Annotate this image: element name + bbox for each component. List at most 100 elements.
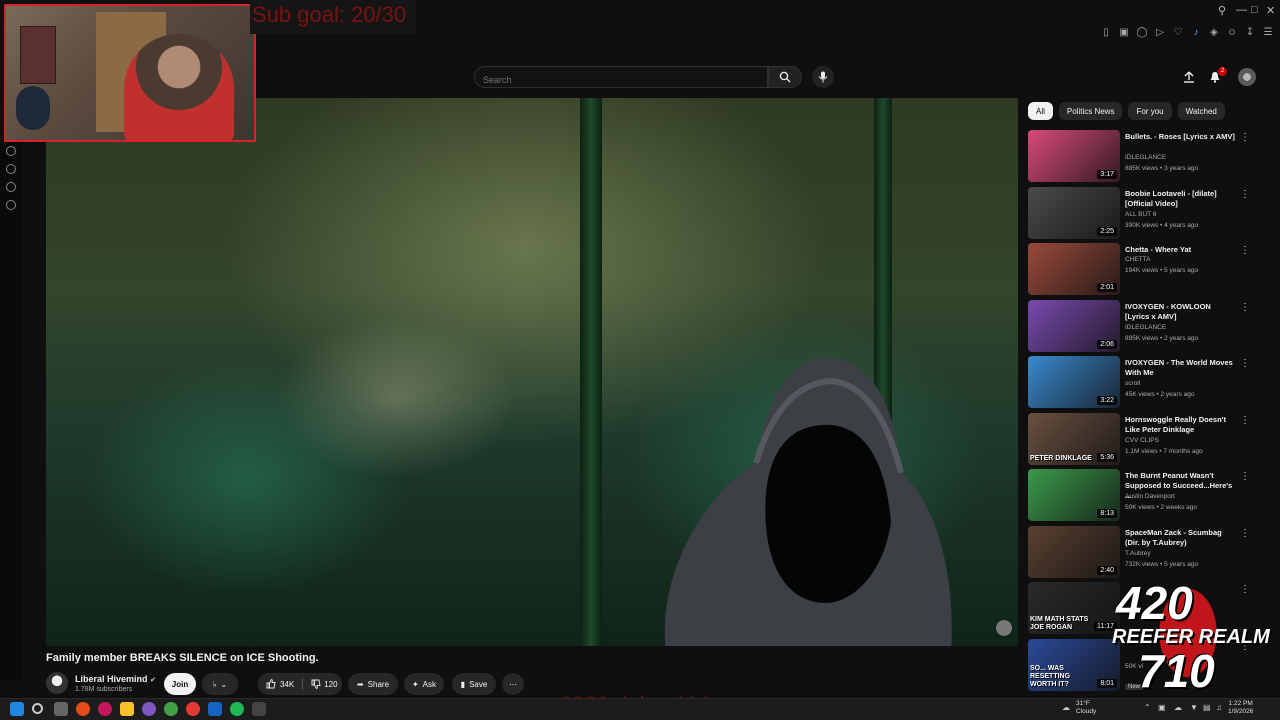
tray-icon[interactable]: ▣ [1158, 703, 1166, 712]
extensions-icon[interactable]: ◈ [1208, 26, 1220, 38]
search-button[interactable] [768, 66, 802, 88]
clock-icon[interactable] [6, 164, 16, 174]
steam-icon[interactable] [208, 702, 222, 716]
spotify-icon[interactable] [230, 702, 244, 716]
cast-icon[interactable]: ▷ [1154, 26, 1166, 38]
system-clock[interactable]: 1:22 PM 1/9/2026 [1228, 700, 1253, 716]
chrome-icon[interactable] [186, 702, 200, 716]
channel-name-text[interactable]: Liberal Hivemind [75, 674, 148, 684]
recommendation-channel[interactable]: scroll [1125, 380, 1140, 387]
recommendation-item[interactable]: 3:22 IVOXYGEN - The World Moves With Me sc… [1028, 356, 1268, 410]
chip-politics-news[interactable]: Politics News [1058, 102, 1123, 120]
recommendation-thumbnail[interactable]: 3:22 [1028, 356, 1120, 408]
recommendation-item[interactable]: 3:17 Bullets. - Roses [Lyrics x AMV] IDLEG… [1028, 130, 1268, 184]
browser-search-icon[interactable]: ⚲ [1218, 4, 1226, 17]
star-icon[interactable]: ♡ [1172, 26, 1184, 38]
ask-button[interactable]: ✦ Ask [404, 673, 444, 695]
profile-icon[interactable]: ☺ [1226, 26, 1238, 38]
app-icon-2[interactable] [98, 702, 112, 716]
upload-icon[interactable] [1180, 68, 1198, 86]
app-icon-4[interactable] [252, 702, 266, 716]
recommendation-title[interactable]: Hornswoggle Really Doesn't Like Peter Di… [1125, 415, 1237, 435]
dislike-button[interactable]: 120 [311, 679, 338, 689]
recommendation-thumbnail[interactable]: PETER DINKLAGE 5:36 [1028, 412, 1120, 465]
more-vertical-icon[interactable]: ⋮ [1240, 189, 1250, 200]
more-vertical-icon[interactable]: ⋮ [1240, 528, 1250, 539]
recommendation-title[interactable]: SpaceMan Zack - Scumbag (Dir. by T.Aubre… [1125, 528, 1237, 548]
settings-icon[interactable] [6, 200, 16, 210]
user-avatar[interactable] [1238, 68, 1256, 86]
minimize-icon[interactable]: — [1236, 4, 1247, 16]
weather-icon[interactable]: ☁ [1062, 703, 1070, 712]
more-vertical-icon[interactable]: ⋮ [1240, 415, 1250, 426]
recommendation-item[interactable]: 2:06 IVOXYGEN - KOWLOON [Lyrics x AMV] IDL… [1028, 299, 1268, 354]
more-actions-button[interactable]: ⋯ [502, 673, 524, 695]
more-vertical-icon[interactable]: ⋮ [1240, 245, 1250, 256]
recommendation-thumbnail[interactable]: 8:13 [1028, 469, 1120, 521]
chip-all[interactable]: All [1028, 102, 1053, 120]
recommendation-channel[interactable]: IDLEGLANCE [1125, 154, 1166, 161]
channel-watermark-icon[interactable] [996, 620, 1012, 636]
like-button[interactable]: 34K [266, 679, 294, 689]
recommendation-thumbnail[interactable]: KIM MATH STATS JOE ROGAN 11:17 [1028, 582, 1120, 634]
recommendation-channel[interactable]: CVV CLIPS [1125, 437, 1159, 444]
start-icon[interactable] [10, 702, 24, 716]
channel-name[interactable]: Liberal Hivemind ✔ [75, 674, 156, 684]
recommendation-item[interactable]: 2:25 Boobie Lootaveli - [dilate] [Officia… [1028, 186, 1268, 241]
more-vertical-icon[interactable]: ⋮ [1240, 358, 1250, 369]
recommendation-channel[interactable]: IDLEGLANCE [1125, 324, 1166, 331]
recommendation-title[interactable]: IVOXYGEN - The World Moves With Me [1125, 358, 1237, 378]
app-icon-3[interactable] [142, 702, 156, 716]
recommendation-title[interactable]: IVOXYGEN - KOWLOON [Lyrics x AMV] [1125, 302, 1237, 322]
maximize-icon[interactable]: □ [1251, 4, 1258, 16]
notifications-toggle[interactable]: ♭ ⌄ [202, 673, 238, 695]
close-icon[interactable]: ✕ [1266, 4, 1275, 17]
recommendation-thumbnail[interactable]: 2:40 [1028, 525, 1120, 578]
taskbar-search-icon[interactable] [32, 703, 43, 714]
weather-widget[interactable]: 31°F Cloudy [1076, 700, 1096, 716]
more-vertical-icon[interactable]: ⋮ [1240, 132, 1250, 143]
app-icon-1[interactable] [76, 702, 90, 716]
chevron-up-icon[interactable]: ⌃ [1144, 703, 1151, 712]
search-input[interactable] [474, 66, 768, 88]
xbox-icon[interactable] [164, 702, 178, 716]
video-player[interactable] [46, 98, 1018, 646]
more-vertical-icon[interactable]: ⋮ [1240, 302, 1250, 313]
screenshot-icon[interactable]: ▣ [1118, 26, 1130, 38]
recommendation-thumbnail[interactable]: 2:06 [1028, 299, 1120, 352]
recommendation-thumbnail[interactable]: 3:17 [1028, 130, 1120, 182]
recommendation-channel[interactable]: ALL BUT 6 [1125, 211, 1156, 218]
recommendation-item[interactable]: PETER DINKLAGE 5:36 Hornswoggle Really Doe… [1028, 412, 1268, 467]
recommendation-thumbnail[interactable]: SO... WAS RESETTING WORTH IT? 8:01 [1028, 638, 1120, 691]
volume-icon[interactable]: ♪ [1190, 26, 1202, 38]
recommendation-thumbnail[interactable]: 2:01 [1028, 243, 1120, 295]
network-icon[interactable]: ▤ [1203, 703, 1211, 712]
chip-for-you[interactable]: For you [1128, 102, 1172, 120]
speaker-icon[interactable]: ♫ [1216, 703, 1222, 712]
shield-icon[interactable]: ◯ [1136, 26, 1148, 38]
channel-avatar[interactable] [46, 672, 68, 694]
more-vertical-icon[interactable]: ⋮ [1240, 471, 1250, 482]
save-button[interactable]: ▮ Save [452, 673, 496, 695]
join-button[interactable]: Join [164, 673, 196, 695]
download-icon[interactable]: ↧ [1244, 26, 1256, 38]
recommendation-item[interactable]: 2:01 Chetta - Where Yat CHETTA 194K views •… [1028, 243, 1268, 297]
history-icon[interactable] [6, 146, 16, 156]
recommendation-channel[interactable]: Austin Davenport [1125, 493, 1175, 500]
menu-icon[interactable]: ☰ [1262, 26, 1274, 38]
bookmark-icon[interactable]: ▯ [1100, 26, 1112, 38]
recommendation-item[interactable]: 8:13 The Burnt Peanut Wasn't Supposed to … [1028, 469, 1268, 523]
recommendation-title[interactable]: Boobie Lootaveli - [dilate] [Official Vi… [1125, 189, 1237, 209]
chip-watched[interactable]: Watched [1177, 102, 1225, 120]
file-explorer-icon[interactable] [120, 702, 134, 716]
recommendation-title[interactable]: Bullets. - Roses [Lyrics x AMV] [1125, 132, 1237, 142]
usb-icon[interactable]: ▼ [1190, 703, 1198, 712]
voice-search-button[interactable] [812, 66, 834, 88]
chat-icon[interactable] [6, 182, 16, 192]
cloud-icon[interactable]: ☁ [1174, 703, 1182, 712]
recommendation-channel[interactable]: CHETTA [1125, 256, 1151, 263]
recommendation-thumbnail[interactable]: 2:25 [1028, 186, 1120, 239]
task-view-icon[interactable] [54, 702, 68, 716]
share-button[interactable]: ➦ Share [348, 673, 398, 695]
recommendation-title[interactable]: Chetta - Where Yat [1125, 245, 1237, 255]
